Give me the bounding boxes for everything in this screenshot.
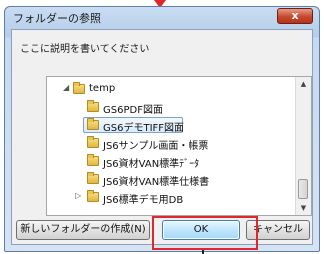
collapsed-arrow-icon[interactable]: ▷: [75, 191, 81, 200]
description-text: ここに説明を書いてください: [20, 44, 150, 55]
dialog-title: フォルダーの参照: [13, 12, 101, 25]
scroll-up-arrow-icon[interactable]: ▲: [296, 77, 311, 91]
tree-item-js6-sample[interactable]: JS6サンプル画面・帳票: [47, 135, 297, 152]
tree-item-label: JS6資材VAN標準ﾃﾞｰﾀ: [103, 159, 200, 170]
folder-icon: [87, 190, 99, 202]
tree-item-gs6pdf[interactable]: GS6PDF図面: [47, 99, 297, 116]
tree-item-label: GS6PDF図面: [103, 105, 163, 116]
folder-icon: [87, 100, 99, 112]
title-bar[interactable]: フォルダーの参照 x: [5, 7, 319, 29]
folder-icon: [87, 172, 99, 184]
close-button[interactable]: x: [277, 8, 313, 24]
ok-highlight-box: [152, 216, 258, 250]
tree-item-js6-van-spec[interactable]: JS6資材VAN標準仕様書: [47, 171, 297, 188]
tree-item-gs6-demo-tiff[interactable]: GS6デモTIFF図面: [47, 117, 297, 134]
tree-item-label: temp: [89, 83, 116, 94]
tree-item-temp[interactable]: ◢ temp: [47, 81, 297, 97]
folder-icon: [87, 118, 99, 130]
expanded-arrow-icon[interactable]: ◢: [63, 83, 69, 92]
scroll-thumb[interactable]: [298, 179, 308, 199]
folder-tree[interactable]: ◢ temp GS6PDF図面 GS6デモTIFF図面 JS6サンプル画面・帳票…: [46, 76, 312, 216]
folder-icon: [87, 154, 99, 166]
annotation-pointer: [202, 250, 204, 254]
tree-item-label: GS6デモTIFF図面: [103, 123, 185, 134]
tree-item-js6-demo-db[interactable]: ▷ JS6標準デモ用DB: [47, 189, 297, 206]
tree-item-label: JS6サンプル画面・帳票: [103, 141, 209, 152]
dialog-body: ここに説明を書いてください ◢ temp GS6PDF図面 GS6デモTIFF図…: [11, 29, 313, 245]
tree-item-label: JS6標準デモ用DB: [103, 195, 184, 206]
vertical-scrollbar[interactable]: ▲ ▼: [295, 77, 311, 215]
folder-icon: [87, 136, 99, 148]
new-folder-button[interactable]: 新しいフォルダーの作成(N): [16, 220, 150, 240]
scroll-down-arrow-icon[interactable]: ▼: [296, 201, 311, 215]
folder-icon: [73, 82, 85, 94]
tree-item-js6-van-data[interactable]: JS6資材VAN標準ﾃﾞｰﾀ: [47, 153, 297, 170]
tree-item-label: JS6資材VAN標準仕様書: [103, 177, 210, 188]
